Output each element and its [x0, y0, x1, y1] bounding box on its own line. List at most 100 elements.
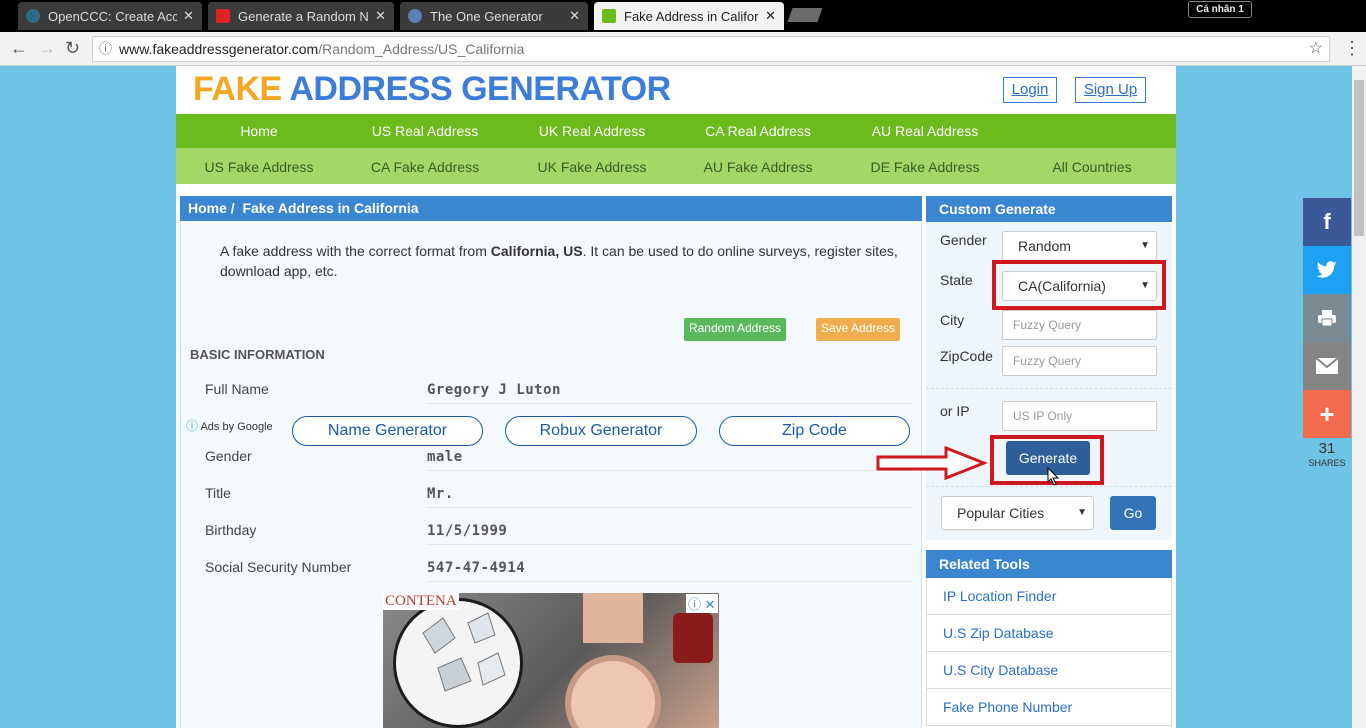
- nav-item[interactable]: CA Fake Address: [342, 159, 508, 175]
- field-value: 547-47-4914: [427, 560, 526, 576]
- field-value: male: [427, 449, 463, 465]
- nav-item[interactable]: All Countries: [1009, 159, 1175, 175]
- breadcrumb-home[interactable]: Home: [188, 200, 227, 216]
- zipcode-input[interactable]: Fuzzy Query: [1002, 346, 1157, 376]
- advertisement-image[interactable]: [383, 593, 719, 728]
- nav-item[interactable]: Home: [176, 123, 342, 139]
- browser-tab[interactable]: The One Generator ✕: [400, 2, 588, 30]
- info-icon[interactable]: ⓘ: [99, 37, 112, 61]
- related-tool-link[interactable]: Fake Phone Number: [926, 689, 1172, 726]
- ad-close-icon[interactable]: ⓘ ✕: [686, 594, 718, 613]
- save-address-button[interactable]: Save Address: [816, 318, 900, 341]
- nav-item[interactable]: CA Real Address: [675, 123, 841, 139]
- forward-arrow-icon[interactable]: →: [38, 38, 56, 59]
- divider: [427, 470, 912, 471]
- site-favicon-icon: [408, 9, 422, 23]
- close-tab-icon[interactable]: ✕: [765, 8, 776, 24]
- print-icon[interactable]: [1303, 294, 1351, 342]
- divider: [427, 507, 912, 508]
- nav-item[interactable]: AU Fake Address: [675, 159, 841, 175]
- popular-cities-value: Popular Cities: [957, 505, 1045, 521]
- nav-item[interactable]: DE Fake Address: [842, 159, 1008, 175]
- email-icon[interactable]: [1303, 342, 1351, 390]
- url-path: /Random_Address/US_California: [318, 41, 525, 57]
- reload-icon[interactable]: ↻: [65, 38, 80, 59]
- intro-bold: California, US: [490, 243, 583, 259]
- browser-tab-active[interactable]: Fake Address in Californi ✕: [594, 2, 784, 30]
- ad-brand-label: CONTENA: [383, 593, 459, 610]
- gender-select[interactable]: Random ▼: [1002, 231, 1157, 261]
- facebook-icon[interactable]: f: [1303, 198, 1351, 246]
- red-arrow-annotation-icon: [876, 446, 988, 480]
- mouse-cursor-icon: [1047, 467, 1060, 486]
- divider: [427, 544, 912, 545]
- related-tool-link[interactable]: U.S Zip Database: [926, 615, 1172, 652]
- tab-title: The One Generator: [430, 8, 543, 24]
- profile-button[interactable]: Cá nhân 1: [1188, 1, 1252, 18]
- field-label: Title: [205, 485, 231, 501]
- site-logo[interactable]: FAKE ADDRESS GENERATOR: [193, 70, 671, 109]
- address-bar[interactable]: ⓘ www.fakeaddressgenerator.com/Random_Ad…: [92, 36, 1330, 62]
- field-label: Gender: [205, 448, 252, 464]
- browser-tab[interactable]: Generate a Random Nam ✕: [208, 2, 394, 30]
- ad-link-zip-code[interactable]: Zip Code: [719, 416, 910, 446]
- browser-tab[interactable]: OpenCCC: Create Accou ✕: [18, 2, 202, 30]
- tab-title: Generate a Random Nam: [238, 8, 369, 24]
- state-label: State: [940, 272, 973, 288]
- ad-link-robux-generator[interactable]: Robux Generator: [505, 416, 697, 446]
- city-input[interactable]: Fuzzy Query: [1002, 310, 1157, 340]
- plus-icon[interactable]: +: [1303, 390, 1351, 438]
- secondary-nav: US Fake Address CA Fake Address UK Fake …: [176, 148, 1176, 184]
- nav-item[interactable]: UK Fake Address: [509, 159, 675, 175]
- site-favicon-icon: [602, 9, 616, 23]
- nav-item[interactable]: US Fake Address: [176, 159, 342, 175]
- popular-cities-select[interactable]: Popular Cities ▼: [941, 496, 1094, 530]
- ip-label: or IP: [940, 403, 970, 419]
- divider: [926, 486, 1172, 487]
- ip-input[interactable]: US IP Only: [1002, 401, 1157, 431]
- highlight-box-state: [992, 260, 1166, 310]
- primary-nav: Home US Real Address UK Real Address CA …: [176, 114, 1176, 148]
- nav-item[interactable]: US Real Address: [342, 123, 508, 139]
- city-label: City: [940, 312, 965, 328]
- related-tool-link[interactable]: IP Location Finder: [926, 578, 1172, 615]
- chevron-down-icon: ▼: [1077, 507, 1087, 518]
- twitter-icon[interactable]: [1303, 246, 1351, 294]
- related-tools-header: Related Tools: [926, 550, 1172, 578]
- tab-bar: OpenCCC: Create Accou ✕ Generate a Rando…: [0, 0, 1366, 32]
- back-arrow-icon[interactable]: ←: [10, 38, 28, 59]
- adchoices-icon[interactable]: ⓘ: [186, 419, 198, 433]
- breadcrumb-current: Fake Address in California: [242, 200, 419, 216]
- close-tab-icon[interactable]: ✕: [375, 8, 386, 24]
- field-label: Birthday: [205, 522, 257, 538]
- browser-menu-icon[interactable]: ⋮: [1343, 38, 1361, 59]
- breadcrumb: Home / Fake Address in California: [180, 196, 922, 221]
- ad-link-name-generator[interactable]: Name Generator: [292, 416, 483, 446]
- signup-button[interactable]: Sign Up: [1075, 77, 1146, 103]
- ads-label: ⓘ Ads by Google: [186, 417, 273, 434]
- watch-ad-graphic: [393, 593, 713, 728]
- field-value: 11/5/1999: [427, 523, 508, 539]
- close-tab-icon[interactable]: ✕: [569, 8, 580, 24]
- custom-generate-header: Custom Generate: [926, 196, 1172, 222]
- url-host: www.fakeaddressgenerator.com: [119, 41, 319, 57]
- bookmark-star-icon[interactable]: ☆: [1309, 37, 1323, 61]
- gender-select-value: Random: [1018, 238, 1071, 254]
- nav-item[interactable]: AU Real Address: [842, 123, 1008, 139]
- close-tab-icon[interactable]: ✕: [183, 8, 194, 24]
- login-button[interactable]: Login: [1003, 77, 1057, 103]
- chevron-down-icon: ▼: [1140, 240, 1150, 251]
- nav-item[interactable]: UK Real Address: [509, 123, 675, 139]
- scrollbar-thumb[interactable]: [1354, 80, 1364, 236]
- share-count: 31: [1318, 440, 1336, 457]
- logo-part2: ADDRESS GENERATOR: [289, 70, 671, 108]
- new-tab-button[interactable]: [787, 8, 823, 22]
- related-tool-link[interactable]: U.S City Database: [926, 652, 1172, 689]
- go-button[interactable]: Go: [1110, 496, 1156, 530]
- share-label: SHARES: [1308, 458, 1346, 468]
- divider: [427, 581, 912, 582]
- gender-label: Gender: [940, 232, 987, 248]
- divider: [926, 388, 1172, 389]
- browser-toolbar: ← → ↻ ⓘ www.fakeaddressgenerator.com/Ran…: [0, 32, 1366, 66]
- random-address-button[interactable]: Random Address: [684, 318, 786, 341]
